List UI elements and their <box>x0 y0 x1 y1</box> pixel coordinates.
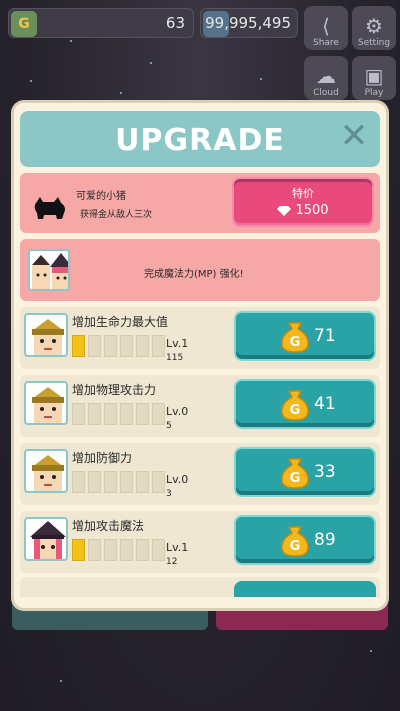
star <box>70 40 72 42</box>
star <box>60 680 62 682</box>
special-price: 1500 <box>295 203 329 218</box>
upgrade-level: Lv.0 <box>166 473 189 486</box>
upgrade-level: Lv.1 <box>166 541 189 554</box>
special-price-line: 1500 <box>234 203 372 218</box>
diamond-icon <box>277 205 292 216</box>
upgrade-price: 71 <box>314 326 336 346</box>
upgrade-row: 增加防御力 Lv.0 3 G 33 <box>20 443 380 505</box>
upgrade-name: 增加生命力最大值 <box>72 315 169 329</box>
share-button[interactable]: ⟨ Share <box>304 6 348 50</box>
cloud-icon: ☁ <box>316 64 336 88</box>
upgrade-name: 增加物理攻击力 <box>72 383 157 397</box>
upgrade-name: 增加攻击魔法 <box>72 519 145 533</box>
play-button[interactable]: ▣ Play <box>352 56 396 100</box>
buy-upgrade-button[interactable]: G 71 <box>234 311 376 361</box>
upgrade-price: 33 <box>314 462 336 482</box>
upgrade-price: 41 <box>314 394 336 414</box>
dialog-header: UPGRADE ✕ <box>20 111 380 167</box>
level-bars <box>72 539 165 561</box>
svg-text:G: G <box>290 539 301 554</box>
star <box>30 80 32 82</box>
upgrade-name: 增加防御力 <box>72 451 133 465</box>
upgrade-level: Lv.1 <box>166 337 189 350</box>
gold-bag-icon: G <box>281 526 309 557</box>
witch-portrait <box>24 517 68 561</box>
upgrade-row: 增加生命力最大值 Lv.1 115 G 71 <box>20 307 380 369</box>
special-offer-row: 可爱的小猪 获得金从敌人三次 特价 1500 <box>20 173 380 233</box>
svg-text:G: G <box>290 471 301 486</box>
gold-coin-icon: G <box>11 11 37 37</box>
setting-button[interactable]: ⚙ Setting <box>352 6 396 50</box>
gold-counter: G 63 <box>8 8 194 38</box>
gold-bag-icon: G <box>281 390 309 421</box>
gold-bag-icon: G <box>281 458 309 489</box>
buy-upgrade-button[interactable]: G 33 <box>234 447 376 497</box>
pet-name: 可爱的小猪 <box>76 191 126 202</box>
upgrade-count: 3 <box>166 489 172 499</box>
knight-portrait <box>24 381 68 425</box>
knight-portrait <box>24 313 68 357</box>
level-bars <box>72 471 165 493</box>
upgrade-count: 12 <box>166 557 178 567</box>
upgrade-row: 增加攻击魔法 Lv.1 12 G 89 <box>20 511 380 573</box>
buy-upgrade-button-partial[interactable] <box>234 581 376 597</box>
pig-silhouette-icon <box>34 197 65 219</box>
upgrade-count: 115 <box>166 353 184 363</box>
gold-bag-icon: G <box>281 322 309 353</box>
share-icon: ⟨ <box>322 14 330 38</box>
star <box>150 62 152 64</box>
gold-value: 63 <box>165 14 185 32</box>
level-bars <box>72 335 165 357</box>
special-offer-button[interactable]: 特价 1500 <box>232 177 374 227</box>
star <box>260 78 262 80</box>
cloud-button[interactable]: ☁ Cloud <box>304 56 348 100</box>
dialog-title: UPGRADE <box>115 123 285 158</box>
upgrade-row-partial <box>20 577 380 597</box>
special-label: 特价 <box>292 187 314 200</box>
knight-portrait <box>24 449 68 493</box>
upgrade-price: 89 <box>314 530 336 550</box>
level-bars <box>72 403 165 425</box>
buy-upgrade-button[interactable]: G 41 <box>234 379 376 429</box>
star <box>120 92 122 94</box>
mage-duo-avatar <box>28 249 70 291</box>
svg-text:G: G <box>290 335 301 350</box>
upgrade-count: 5 <box>166 421 172 431</box>
upgrade-dialog: UPGRADE ✕ 可爱的小猪 获得金从敌人三次 特价 1500 完成魔法力(M… <box>14 103 386 608</box>
svg-text:G: G <box>290 403 301 418</box>
gear-icon: ⚙ <box>365 14 383 38</box>
gamepad-icon: ▣ <box>364 64 384 88</box>
gem-counter: 99,995,495 <box>200 8 298 38</box>
upgrade-level: Lv.0 <box>166 405 189 418</box>
buy-upgrade-button[interactable]: G 89 <box>234 515 376 565</box>
mp-complete-text: 完成魔法力(MP) 强化! <box>144 269 244 280</box>
pet-description: 获得金从敌人三次 <box>80 210 153 220</box>
close-button[interactable]: ✕ <box>338 119 370 153</box>
star <box>370 650 372 652</box>
gem-value: 99,995,495 <box>205 14 291 32</box>
upgrade-row: 增加物理攻击力 Lv.0 5 G 41 <box>20 375 380 437</box>
mp-complete-row: 完成魔法力(MP) 强化! <box>20 239 380 301</box>
